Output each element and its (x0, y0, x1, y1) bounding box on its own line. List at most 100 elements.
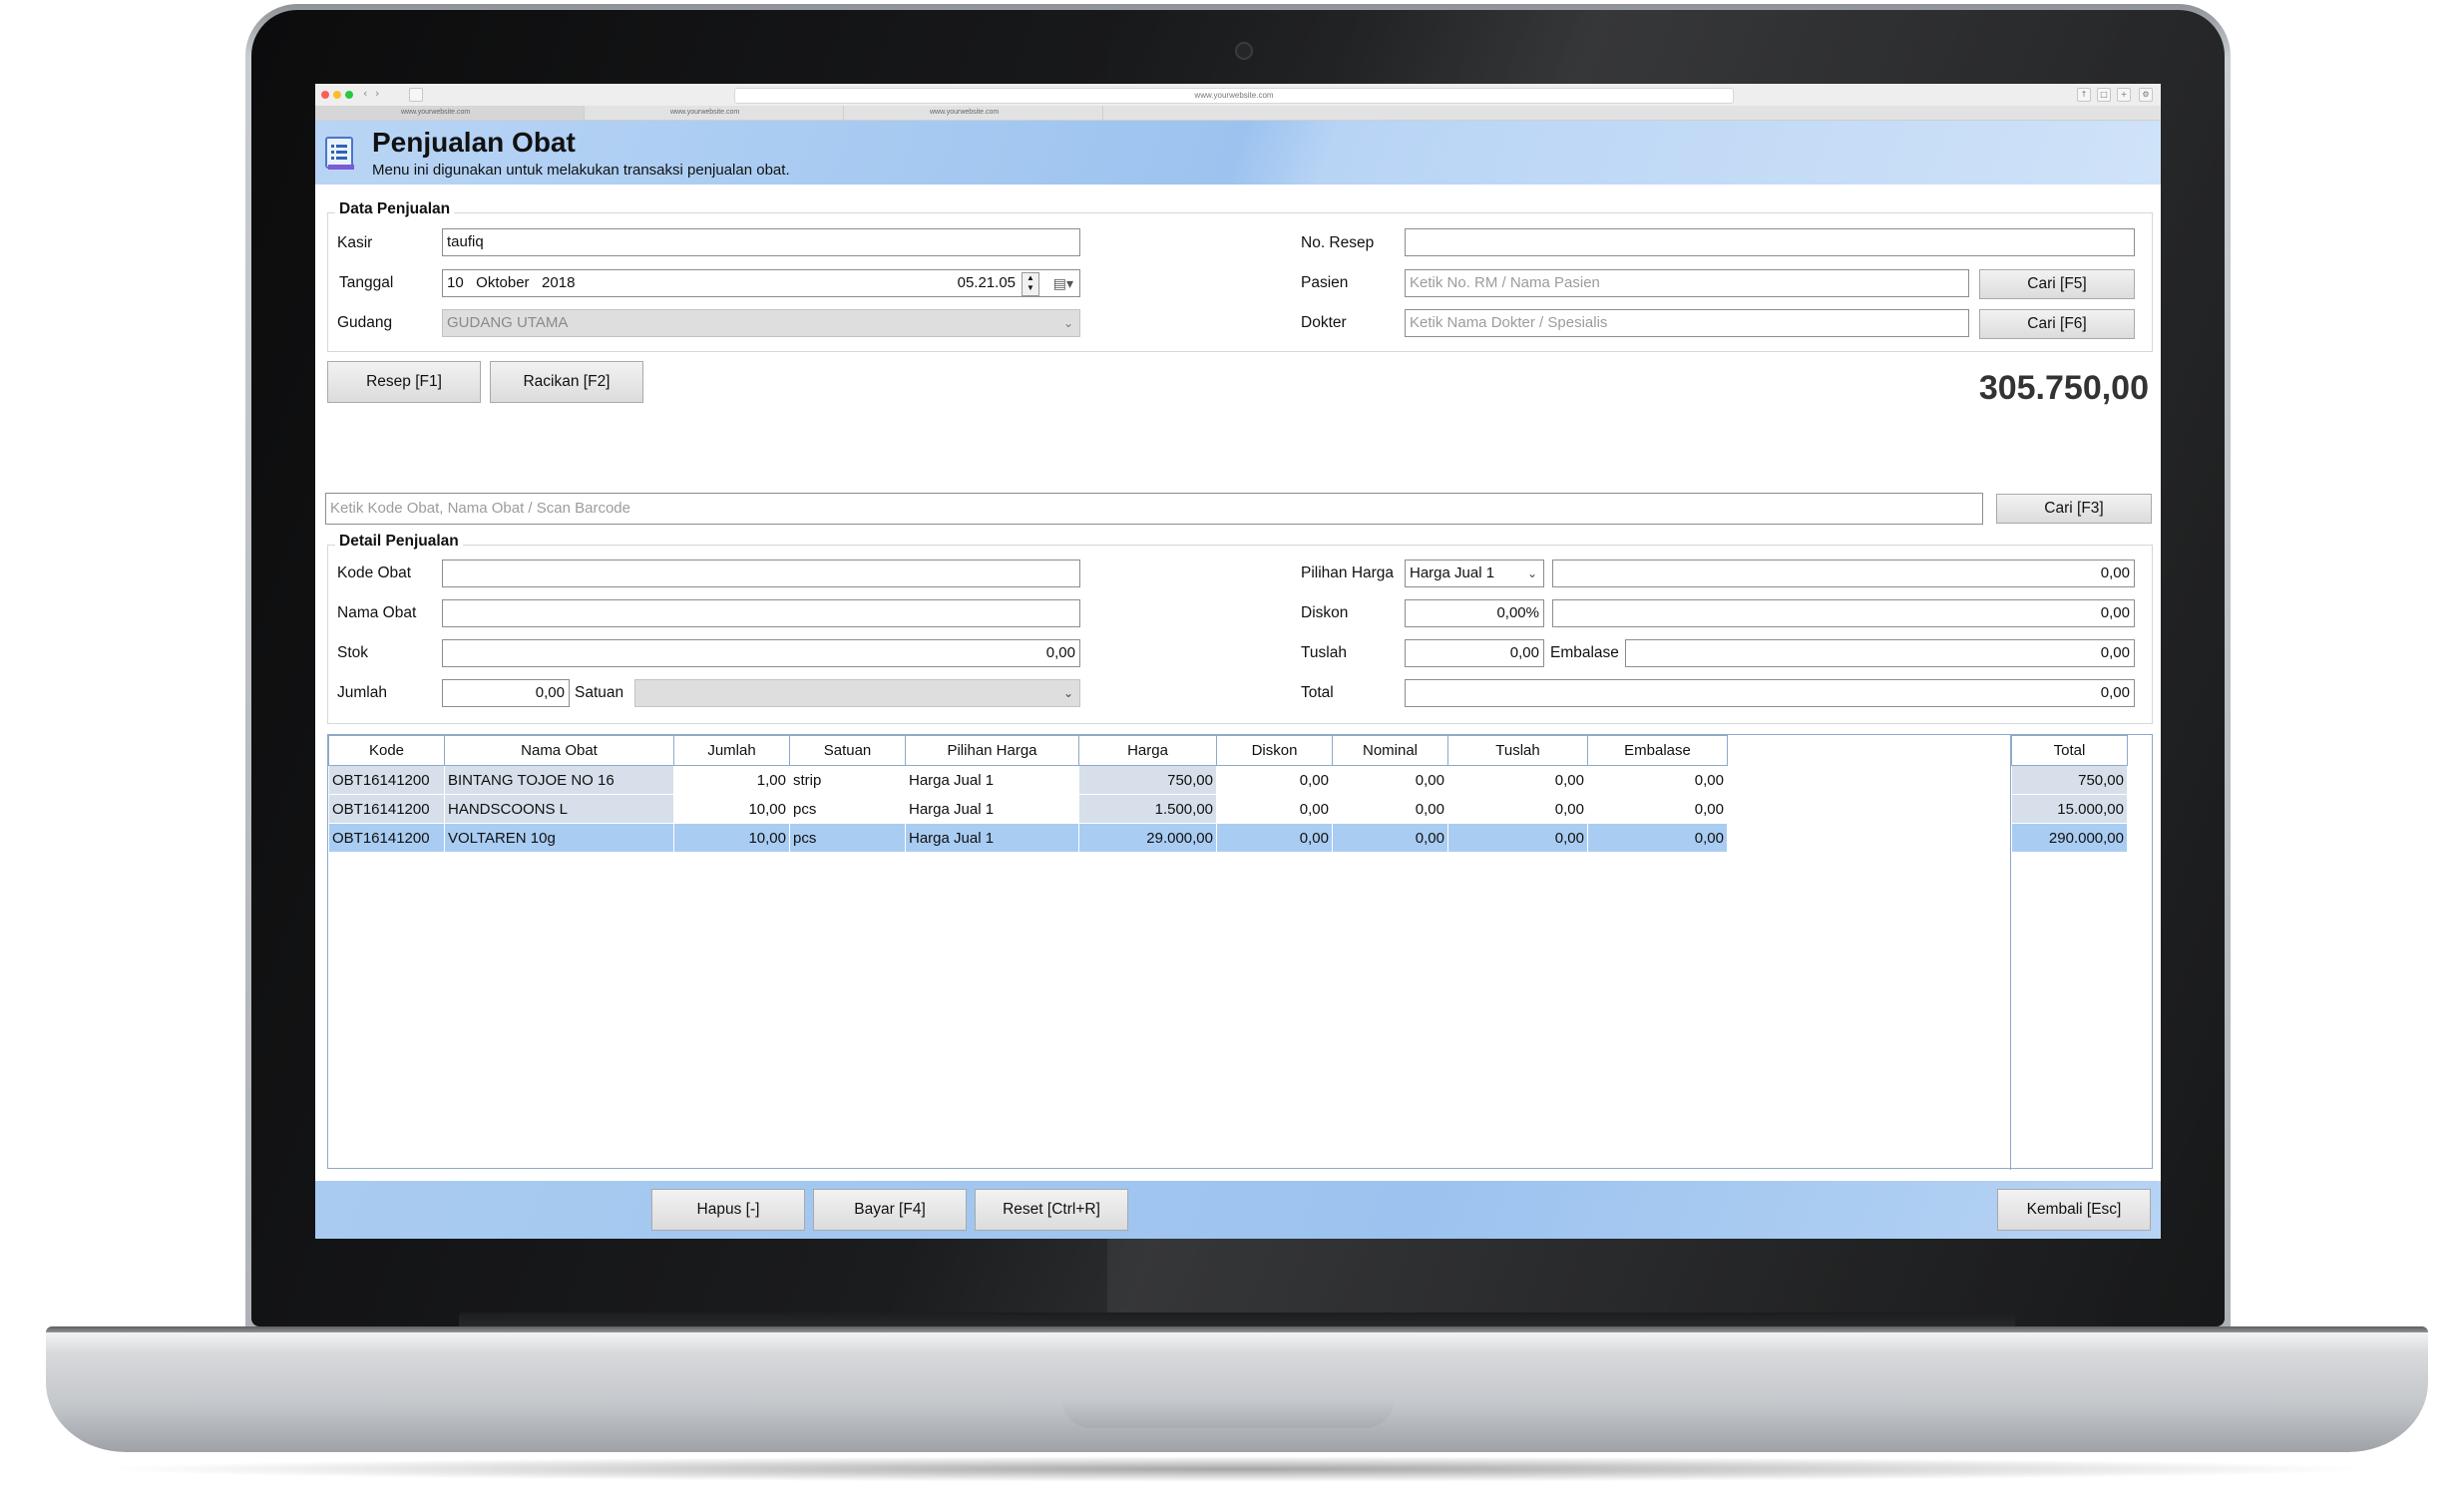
cell-tuslah: 0,00 (1447, 765, 1588, 795)
table-row-selected[interactable]: 290.000,00 (2011, 823, 2128, 853)
pilihan-harga-label: Pilihan Harga (1301, 564, 1395, 581)
minimize-window-icon[interactable] (333, 91, 341, 99)
back-icon[interactable]: ‹ (363, 87, 367, 100)
sales-detail-table: Kode Nama Obat Jumlah Satuan Pilihan Har… (328, 735, 1728, 853)
close-window-icon[interactable] (321, 91, 329, 99)
cell-jumlah: 10,00 (673, 794, 790, 824)
tanggal-picker[interactable]: 10 Oktober 2018 05.21.05 ▲ ▼ ▤▾ (442, 269, 1080, 297)
jumlah-label: Jumlah (337, 684, 387, 701)
forward-icon[interactable]: › (375, 87, 379, 100)
chevron-down-icon: ⌄ (1526, 566, 1537, 580)
cell-pilihan: Harga Jual 1 (905, 765, 1079, 795)
share-icon[interactable]: ↑ (2077, 88, 2091, 102)
chevron-down-icon: ⌄ (1062, 316, 1073, 330)
column-header[interactable]: Satuan (789, 735, 906, 766)
gudang-select[interactable]: GUDANG UTAMA ⌄ (442, 309, 1080, 337)
sales-detail-grid[interactable]: Kode Nama Obat Jumlah Satuan Pilihan Har… (327, 734, 2153, 1170)
column-header[interactable]: Tuslah (1447, 735, 1588, 766)
column-header[interactable]: Pilihan Harga (905, 735, 1079, 766)
obat-search-input[interactable]: Ketik Kode Obat, Nama Obat / Scan Barcod… (325, 493, 1983, 525)
kembali-button[interactable]: Kembali [Esc] (1997, 1189, 2151, 1231)
chevron-down-icon: ⌄ (1062, 686, 1073, 700)
kasir-input[interactable]: taufiq (442, 228, 1080, 256)
tabs-icon[interactable]: □ (2097, 88, 2111, 102)
nama-obat-label: Nama Obat (337, 604, 417, 621)
diskon-amount-input[interactable]: 0,00 (1552, 599, 2135, 627)
column-header[interactable]: Embalase (1587, 735, 1728, 766)
column-header[interactable]: Jumlah (673, 735, 790, 766)
time-spinner-icon[interactable]: ▲ ▼ (1022, 272, 1039, 296)
browser-tab[interactable]: www.yourwebsite.com (315, 106, 585, 120)
page-subtitle: Menu ini digunakan untuk melakukan trans… (372, 162, 790, 179)
kode-obat-input[interactable] (442, 560, 1080, 587)
browser-tab[interactable]: www.yourwebsite.com (585, 106, 844, 120)
stok-input[interactable]: 0,00 (442, 639, 1080, 667)
cari-dokter-button[interactable]: Cari [F6] (1979, 309, 2135, 339)
sidebar-icon[interactable] (409, 88, 423, 102)
cell-kode: OBT16141200 (328, 765, 445, 795)
settings-icon[interactable]: ⚙ (2139, 88, 2153, 102)
cell-nominal: 0,00 (1332, 794, 1448, 824)
table-row[interactable]: 750,00 (2011, 765, 2128, 795)
laptop-base (46, 1332, 2428, 1452)
diskon-percent-input[interactable]: 0,00% (1405, 599, 1544, 627)
gudang-label: Gudang (337, 314, 393, 331)
satuan-select[interactable]: ⌄ (634, 679, 1080, 707)
bayar-button[interactable]: Bayar [F4] (813, 1189, 967, 1231)
cell-nominal: 0,00 (1332, 765, 1448, 795)
cell-embalase: 0,00 (1587, 823, 1728, 853)
page-title: Penjualan Obat (372, 127, 576, 158)
kode-obat-label: Kode Obat (337, 564, 412, 581)
cell-nama: VOLTAREN 10g (444, 823, 674, 853)
address-bar[interactable]: www.yourwebsite.com (734, 88, 1734, 104)
cell-harga: 750,00 (1078, 765, 1217, 795)
resep-button[interactable]: Resep [F1] (327, 361, 481, 403)
laptop-shadow (90, 1456, 2384, 1482)
no-resep-input[interactable] (1405, 228, 2135, 256)
embalase-input[interactable]: 0,00 (1625, 639, 2135, 667)
column-header[interactable]: Diskon (1216, 735, 1333, 766)
tanggal-time: 05.21.05 (957, 274, 1016, 291)
add-tab-icon[interactable]: + (2117, 88, 2131, 102)
table-row[interactable]: OBT16141200 HANDSCOONS L 10,00 pcs Harga… (328, 794, 1728, 824)
hapus-button[interactable]: Hapus [-] (651, 1189, 805, 1231)
cell-diskon: 0,00 (1216, 765, 1333, 795)
nama-obat-input[interactable] (442, 599, 1080, 627)
camera-icon (1235, 42, 1253, 60)
jumlah-input[interactable]: 0,00 (442, 679, 570, 707)
tuslah-input[interactable]: 0,00 (1405, 639, 1544, 667)
total-label: Total (1301, 684, 1334, 701)
dokter-input[interactable]: Ketik Nama Dokter / Spesialis (1405, 309, 1969, 337)
column-header[interactable]: Total (2011, 735, 2128, 766)
browser-tab[interactable]: www.yourwebsite.com (844, 106, 1103, 120)
data-penjualan-title: Data Penjualan (335, 200, 455, 218)
cell-jumlah: 1,00 (673, 765, 790, 795)
pasien-label: Pasien (1301, 274, 1349, 291)
column-header[interactable]: Harga (1078, 735, 1217, 766)
cell-total: 15.000,00 (2011, 794, 2128, 824)
cell-kode: OBT16141200 (328, 823, 445, 853)
column-header[interactable]: Nama Obat (444, 735, 674, 766)
pasien-input[interactable]: Ketik No. RM / Nama Pasien (1405, 269, 1969, 297)
cell-pilihan: Harga Jual 1 (905, 823, 1079, 853)
table-row[interactable]: OBT16141200 BINTANG TOJOE NO 16 1,00 str… (328, 765, 1728, 795)
cari-pasien-button[interactable]: Cari [F5] (1979, 269, 2135, 299)
stok-label: Stok (337, 644, 369, 661)
grand-total: 305.750,00 (1978, 369, 2149, 407)
racikan-button[interactable]: Racikan [F2] (490, 361, 643, 403)
pilihan-harga-select[interactable]: Harga Jual 1 ⌄ (1405, 560, 1544, 587)
cari-obat-button[interactable]: Cari [F3] (1996, 494, 2152, 524)
calendar-dropdown-icon[interactable]: ▤▾ (1053, 270, 1073, 296)
maximize-window-icon[interactable] (345, 91, 353, 99)
table-row-selected[interactable]: OBT16141200 VOLTAREN 10g 10,00 pcs Harga… (328, 823, 1728, 853)
total-input[interactable]: 0,00 (1405, 679, 2135, 707)
cell-total: 750,00 (2011, 765, 2128, 795)
column-header[interactable]: Nominal (1332, 735, 1448, 766)
table-row[interactable]: 15.000,00 (2011, 794, 2128, 824)
column-header[interactable]: Kode (328, 735, 445, 766)
pilihan-harga-amount[interactable]: 0,00 (1552, 560, 2135, 587)
no-resep-label: No. Resep (1301, 234, 1375, 251)
tab-label: www.yourwebsite.com (670, 109, 740, 116)
browser-tab-bar: www.yourwebsite.com www.yourwebsite.com … (315, 106, 2161, 121)
reset-button[interactable]: Reset [Ctrl+R] (975, 1189, 1128, 1231)
